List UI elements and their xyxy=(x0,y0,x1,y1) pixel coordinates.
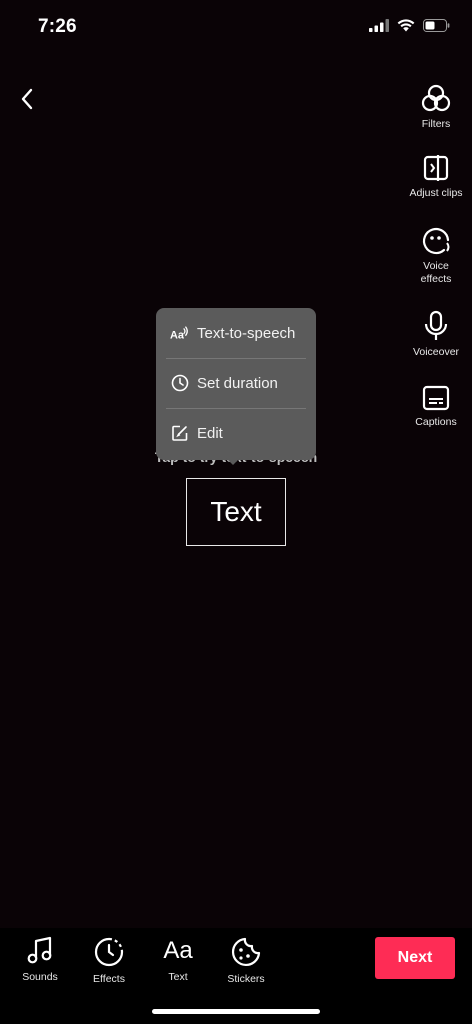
home-indicator xyxy=(152,1009,320,1014)
back-button[interactable] xyxy=(12,84,42,114)
next-button[interactable]: Next xyxy=(375,937,455,979)
filters-icon xyxy=(421,84,451,112)
sticker-icon xyxy=(232,937,261,966)
text-tool[interactable]: Aa Text xyxy=(143,936,213,983)
text-options-menu: Aa Text-to-speech Set duration Edit xyxy=(156,308,316,460)
voiceover-tool[interactable]: Voiceover xyxy=(400,310,472,359)
captions-icon xyxy=(422,385,450,411)
menu-item-label: Set duration xyxy=(197,374,278,392)
stickers-tool[interactable]: Stickers xyxy=(211,936,281,985)
menu-pointer xyxy=(226,458,240,465)
menu-item-label: Edit xyxy=(197,424,223,442)
text-aa-icon: Aa xyxy=(163,937,193,964)
effects-tool[interactable]: Effects xyxy=(74,936,144,985)
adjust-clips-icon xyxy=(423,155,449,181)
menu-item-set-duration[interactable]: Set duration xyxy=(156,358,316,408)
adjust-clips-label: Adjust clips xyxy=(409,187,463,199)
menu-item-label: Text-to-speech xyxy=(197,324,296,342)
text-label: Text xyxy=(168,971,188,983)
battery-icon xyxy=(423,19,450,32)
signal-icon xyxy=(369,19,389,32)
effects-label: Effects xyxy=(93,973,125,985)
adjust-clips-tool[interactable]: Adjust clips xyxy=(400,153,472,200)
microphone-icon xyxy=(424,310,448,340)
status-time: 7:26 xyxy=(38,16,77,37)
edit-icon xyxy=(170,423,190,443)
text-to-speech-icon: Aa xyxy=(170,323,190,343)
filters-tool[interactable]: Filters xyxy=(400,84,472,131)
sounds-label: Sounds xyxy=(22,971,58,983)
video-editor-screen: 7:26 Filters Adjust clips Voice effects … xyxy=(0,0,472,1024)
menu-item-text-to-speech[interactable]: Aa Text-to-speech xyxy=(156,308,316,358)
menu-item-edit[interactable]: Edit xyxy=(156,408,316,458)
music-note-icon xyxy=(27,936,52,964)
status-bar: 7:26 xyxy=(0,0,472,58)
voice-effects-tool[interactable]: Voice effects xyxy=(400,224,472,286)
filters-label: Filters xyxy=(421,118,451,130)
text-overlay-content: Text xyxy=(210,496,262,527)
effects-icon xyxy=(94,937,124,967)
voiceover-label: Voiceover xyxy=(412,346,460,358)
svg-text:Aa: Aa xyxy=(170,329,185,341)
voice-effects-icon xyxy=(422,227,450,255)
stickers-label: Stickers xyxy=(227,973,265,985)
text-overlay[interactable]: Text xyxy=(186,478,286,546)
status-icons xyxy=(369,19,450,32)
captions-tool[interactable]: Captions xyxy=(400,384,472,429)
clock-icon xyxy=(170,373,190,393)
voice-effects-label: Voice effects xyxy=(420,260,452,285)
sounds-tool[interactable]: Sounds xyxy=(5,936,75,983)
captions-label: Captions xyxy=(415,416,457,428)
wifi-icon xyxy=(397,19,415,32)
chevron-left-icon xyxy=(21,88,33,110)
